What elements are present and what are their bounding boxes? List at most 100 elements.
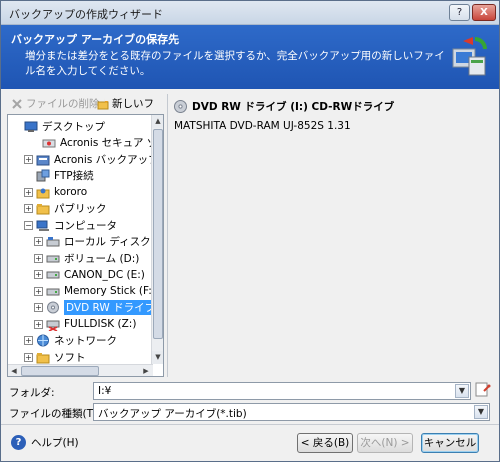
tree-horizontal-scrollbar[interactable]: ◀ ▶ bbox=[8, 364, 153, 376]
drive-info-panel: DVD RW ドライブ (I:) CD-RWドライブ MATSHITA DVD-… bbox=[167, 94, 495, 377]
delete-icon bbox=[11, 98, 23, 110]
ftp-icon bbox=[36, 169, 50, 182]
dvd-disc-icon bbox=[174, 100, 187, 113]
tree-item[interactable]: + FULLDISK (Z:) bbox=[34, 316, 136, 332]
secure-zone-icon bbox=[42, 139, 56, 148]
expand-icon[interactable]: + bbox=[34, 319, 43, 329]
title-close-button[interactable]: X bbox=[472, 4, 496, 21]
tree-item[interactable]: + ボリューム (D:) bbox=[34, 250, 139, 266]
network-drive-icon bbox=[46, 320, 60, 331]
tree-horizontal-scroll-thumb[interactable] bbox=[21, 366, 99, 376]
expand-icon[interactable]: + bbox=[24, 154, 33, 164]
new-folder-label: 新しいフ bbox=[112, 98, 154, 110]
expand-icon[interactable]: + bbox=[24, 204, 33, 213]
tree-item[interactable]: + Acronis バックアップ ロケーション bbox=[24, 151, 153, 167]
folder-icon bbox=[36, 352, 50, 363]
drive-info-title: DVD RW ドライブ (I:) CD-RWドライブ bbox=[192, 101, 395, 113]
tree-item[interactable]: − コンピュータ bbox=[24, 217, 117, 233]
chevron-down-icon[interactable]: ▼ bbox=[455, 384, 469, 398]
wizard-window: バックアップの作成ウィザード ? X バックアップ アーカイブの保存先 増分また… bbox=[0, 0, 500, 462]
help-icon: ? bbox=[11, 435, 26, 450]
next-button[interactable]: 次へ(N) > bbox=[357, 433, 413, 453]
file-type-combo[interactable]: バックアップ アーカイブ(*.tib) ▼ bbox=[93, 403, 490, 421]
wizard-header: バックアップ アーカイブの保存先 増分または差分をとる既存のファイルを選択するか… bbox=[1, 25, 499, 89]
folder-tree[interactable]: デスクトップ Acronis セキュア ゾーン + Acronis バックアップ ロケ… bbox=[7, 114, 164, 377]
tree-item[interactable]: Acronis セキュア ゾーン bbox=[30, 135, 153, 151]
folder-value: I:¥ bbox=[98, 385, 112, 397]
tree-item-label: ソフト bbox=[54, 351, 86, 364]
tree-item[interactable]: + Memory Stick (F:) bbox=[34, 283, 153, 299]
title-help-button[interactable]: ? bbox=[449, 4, 470, 21]
tree-item[interactable]: + ローカル ディスク (C:) bbox=[34, 234, 153, 250]
help-label: ヘルプ(H) bbox=[31, 437, 79, 449]
tree-toolbar: ファイルの削除 新しいフ bbox=[7, 95, 164, 113]
expand-icon[interactable]: + bbox=[24, 352, 33, 362]
create-folder-icon[interactable] bbox=[475, 382, 491, 398]
expand-icon[interactable]: + bbox=[24, 336, 33, 345]
expand-icon[interactable]: + bbox=[34, 303, 43, 312]
footer-divider bbox=[1, 424, 499, 425]
file-type-label: ファイルの種類(T): bbox=[9, 408, 101, 420]
drive-icon bbox=[46, 271, 60, 279]
tree-item-label: CANON_DC (E:) bbox=[64, 268, 145, 281]
window-title: バックアップの作成ウィザード bbox=[9, 8, 163, 21]
tree-vertical-scrollbar[interactable]: ▲ ▼ bbox=[151, 115, 163, 364]
tree-vertical-scroll-thumb[interactable] bbox=[153, 129, 163, 339]
title-bar: バックアップの作成ウィザード ? X bbox=[1, 1, 499, 25]
tree-item-label: パブリック bbox=[54, 203, 107, 215]
tree-item[interactable]: + ソフト bbox=[24, 349, 86, 364]
backup-location-icon bbox=[36, 155, 50, 165]
expand-icon[interactable]: + bbox=[34, 253, 43, 263]
expand-icon[interactable]: + bbox=[24, 187, 33, 197]
expand-icon[interactable]: + bbox=[34, 286, 43, 296]
tree-item-label: ボリューム (D:) bbox=[64, 252, 140, 265]
tree-item[interactable]: + パブリック bbox=[24, 201, 107, 217]
tree-item-label: Acronis セキュア ゾーン bbox=[60, 137, 153, 149]
user-folder-icon bbox=[36, 188, 50, 198]
folder-icon bbox=[36, 204, 50, 215]
expand-icon[interactable]: + bbox=[34, 237, 43, 246]
help-link[interactable]: ? ヘルプ(H) bbox=[11, 435, 79, 450]
back-button[interactable]: < 戻る(B) bbox=[297, 433, 353, 453]
collapse-icon[interactable]: − bbox=[24, 220, 33, 230]
cancel-button[interactable]: キャンセル bbox=[421, 433, 479, 453]
drive-info-title-row: DVD RW ドライブ (I:) CD-RWドライブ bbox=[174, 99, 394, 114]
tree-item-label: デスクトップ bbox=[42, 120, 105, 133]
folder-label: フォルダ: bbox=[9, 387, 55, 399]
tree-item-label: FTP接続 bbox=[54, 170, 94, 182]
scroll-down-arrow-icon[interactable]: ▼ bbox=[152, 351, 163, 364]
delete-file-button[interactable]: ファイルの削除 bbox=[11, 96, 100, 111]
expand-icon bbox=[12, 122, 21, 131]
header-title: バックアップ アーカイブの保存先 bbox=[11, 33, 180, 46]
file-type-value: バックアップ アーカイブ(*.tib) bbox=[98, 408, 247, 420]
scroll-right-arrow-icon[interactable]: ▶ bbox=[140, 365, 152, 376]
folder-combo[interactable]: I:¥ ▼ bbox=[93, 382, 471, 400]
computer-icon bbox=[36, 220, 49, 231]
tree-item-label: Memory Stick (F:) bbox=[64, 285, 153, 297]
network-icon bbox=[37, 334, 49, 347]
tree-item-label: ローカル ディスク (C:) bbox=[64, 236, 153, 248]
tree-item-label: コンピュータ bbox=[54, 219, 117, 232]
tree-item[interactable]: + ネットワーク bbox=[24, 333, 117, 349]
tree-item[interactable]: + DVD RW ドライブ (I:) bbox=[34, 300, 153, 316]
tree-item-label: FULLDISK (Z:) bbox=[64, 318, 137, 330]
tree-item[interactable]: + CANON_DC (E:) bbox=[34, 267, 145, 283]
drive-icon bbox=[46, 255, 60, 262]
folder-tree-content: デスクトップ Acronis セキュア ゾーン + Acronis バックアップ ロケ… bbox=[8, 115, 153, 364]
expand-icon[interactable]: + bbox=[34, 270, 43, 279]
drive-icon bbox=[46, 288, 60, 295]
tree-item[interactable]: FTP接続 bbox=[24, 168, 94, 184]
tree-item-label: kororo bbox=[54, 186, 88, 198]
new-folder-toolbar-button[interactable]: 新しいフ bbox=[97, 96, 154, 111]
delete-file-label: ファイルの削除 bbox=[26, 98, 100, 110]
tree-item-label: Acronis バックアップ ロケーション bbox=[54, 153, 153, 166]
scroll-left-arrow-icon[interactable]: ◀ bbox=[8, 365, 20, 376]
tree-item[interactable]: + kororo bbox=[24, 184, 87, 200]
tree-item-label: ネットワーク bbox=[54, 335, 117, 347]
tree-item[interactable]: デスクトップ bbox=[12, 118, 105, 134]
chevron-down-icon[interactable]: ▼ bbox=[474, 405, 488, 419]
desktop-icon bbox=[24, 121, 38, 132]
drive-model: MATSHITA DVD-RAM UJ-852S 1.31 bbox=[174, 120, 351, 132]
new-folder-icon bbox=[97, 97, 109, 110]
scroll-up-arrow-icon[interactable]: ▲ bbox=[152, 115, 163, 128]
